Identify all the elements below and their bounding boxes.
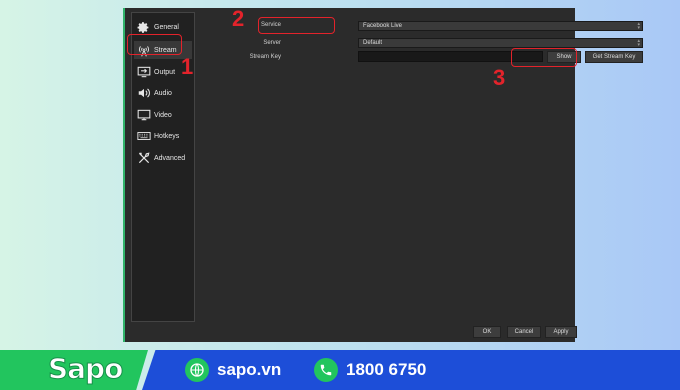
show-key-button[interactable]: Show [547,51,581,63]
monitor-icon [136,109,151,122]
updown-arrow-icon: ▴ ▾ [637,21,640,31]
ok-button[interactable]: OK [473,326,501,338]
cancel-button[interactable]: Cancel [507,326,541,338]
sidebar-item-video[interactable]: Video [134,106,192,124]
apply-button[interactable]: Apply [545,326,577,338]
sidebar-item-advanced[interactable]: Advanced [134,149,192,167]
server-dropdown[interactable]: Default ▴ ▾ [358,38,643,48]
brand-footer: Sapo sapo.vn 1800 6750 [0,350,680,390]
keyboard-icon [136,130,151,143]
sidebar-item-label: Video [154,111,172,119]
stream-settings-form: Service Facebook Live ▴ ▾ Server Default … [195,8,643,88]
sidebar-item-label: Advanced [154,154,186,162]
sidebar-item-label: General [154,23,179,31]
sidebar-item-general[interactable]: General [134,18,192,36]
sidebar-item-audio[interactable]: Audio [134,84,192,102]
server-value: Default [363,40,383,46]
phone-contact[interactable]: 1800 6750 [314,358,426,382]
sidebar-item-hotkeys[interactable]: Hotkeys [134,127,192,145]
sidebar-item-label: Output [154,68,176,76]
get-stream-key-button[interactable]: Get Stream Key [585,51,643,63]
phone-icon [314,358,338,382]
sidebar-item-label: Stream [154,46,177,54]
server-label: Server [263,40,281,46]
service-dropdown[interactable]: Facebook Live ▴ ▾ [358,21,643,31]
step-number-2: 2 [232,6,245,31]
speaker-icon [136,87,151,100]
sidebar-item-label: Hotkeys [154,132,180,140]
phone-text: 1800 6750 [346,360,427,379]
stream-key-label: Stream Key [249,54,281,60]
updown-arrow-icon: ▴ ▾ [637,38,640,48]
output-icon [136,66,151,79]
sapo-logo: Sapo [47,352,123,386]
step-number-1: 1 [181,54,194,79]
antenna-icon [136,44,151,57]
gear-icon [136,21,151,34]
sidebar-item-label: Audio [154,89,172,97]
globe-icon [185,358,209,382]
service-value: Facebook Live [363,23,403,29]
service-label: Service [260,22,281,28]
website-contact[interactable]: sapo.vn [185,358,281,382]
stream-key-input[interactable] [358,51,543,62]
step-number-3: 3 [493,65,506,90]
tools-icon [136,152,151,165]
website-text: sapo.vn [217,360,282,379]
